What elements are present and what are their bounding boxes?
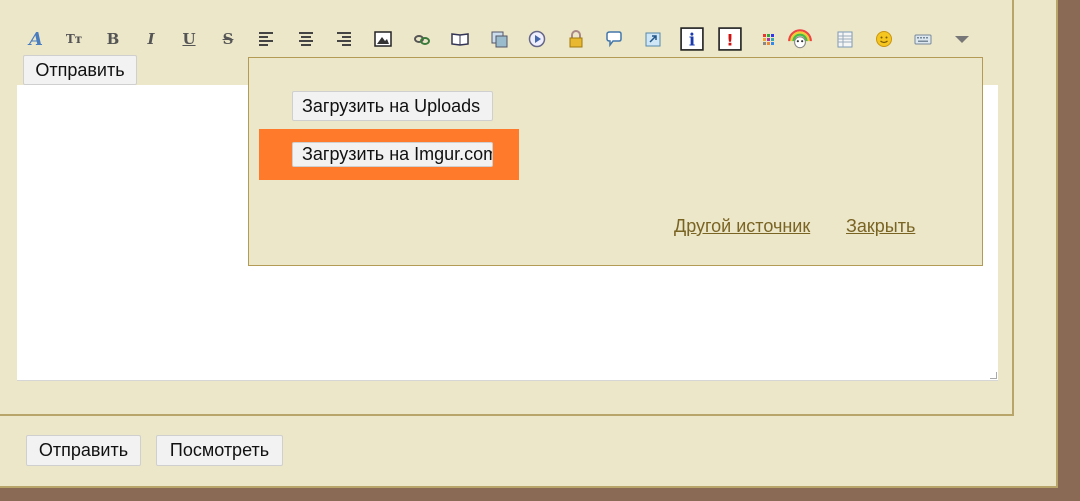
image-icon[interactable] (371, 26, 395, 52)
other-source-link[interactable]: Другой источник (674, 216, 810, 237)
table-icon[interactable] (833, 26, 857, 52)
outer-panel: A Tт B I U S i ! Отправить Загрузить на … (0, 0, 1058, 488)
warning-icon[interactable]: ! (717, 26, 743, 52)
preview-button[interactable]: Посмотреть (156, 435, 283, 466)
bold-icon[interactable]: B (101, 26, 125, 52)
speech-bubble-icon[interactable] (602, 26, 626, 52)
cut-off-header (0, 0, 1012, 2)
editor-toolbar: A Tт B I U S i ! (24, 26, 984, 54)
font-size-icon[interactable]: Tт (62, 26, 86, 52)
font-color-icon[interactable]: A (24, 26, 48, 52)
send-button-top[interactable]: Отправить (23, 55, 137, 85)
underline-icon[interactable]: U (177, 26, 201, 52)
align-left-icon[interactable] (254, 26, 278, 52)
lock-icon[interactable] (564, 26, 588, 52)
copy-icon[interactable] (487, 26, 511, 52)
align-right-icon[interactable] (332, 26, 356, 52)
italic-icon[interactable]: I (139, 26, 163, 52)
rainbow-icon[interactable] (786, 26, 814, 52)
close-link[interactable]: Закрыть (846, 216, 915, 237)
send-button[interactable]: Отправить (26, 435, 141, 466)
upload-imgur-button[interactable]: Загрузить на Imgur.com (292, 142, 493, 167)
more-arrow-icon[interactable] (950, 26, 974, 52)
share-icon[interactable] (641, 26, 665, 52)
book-icon[interactable] (448, 26, 472, 52)
link-icon[interactable] (410, 26, 434, 52)
info-icon[interactable]: i (679, 26, 705, 52)
svg-text:i: i (689, 31, 695, 50)
strikethrough-icon[interactable]: S (216, 26, 240, 52)
resize-handle[interactable] (990, 372, 997, 379)
upload-uploads-button[interactable]: Загрузить на Uploads (292, 91, 493, 121)
color-grid-icon[interactable] (756, 26, 780, 52)
video-icon[interactable] (525, 26, 549, 52)
image-upload-popup: Загрузить на Uploads Загрузить на Imgur.… (248, 57, 983, 266)
reply-form: A Tт B I U S i ! Отправить Загрузить на … (0, 0, 1014, 416)
align-center-icon[interactable] (294, 26, 318, 52)
smiley-icon[interactable] (872, 26, 896, 52)
keyboard-icon[interactable] (911, 26, 935, 52)
svg-text:!: ! (726, 31, 733, 50)
